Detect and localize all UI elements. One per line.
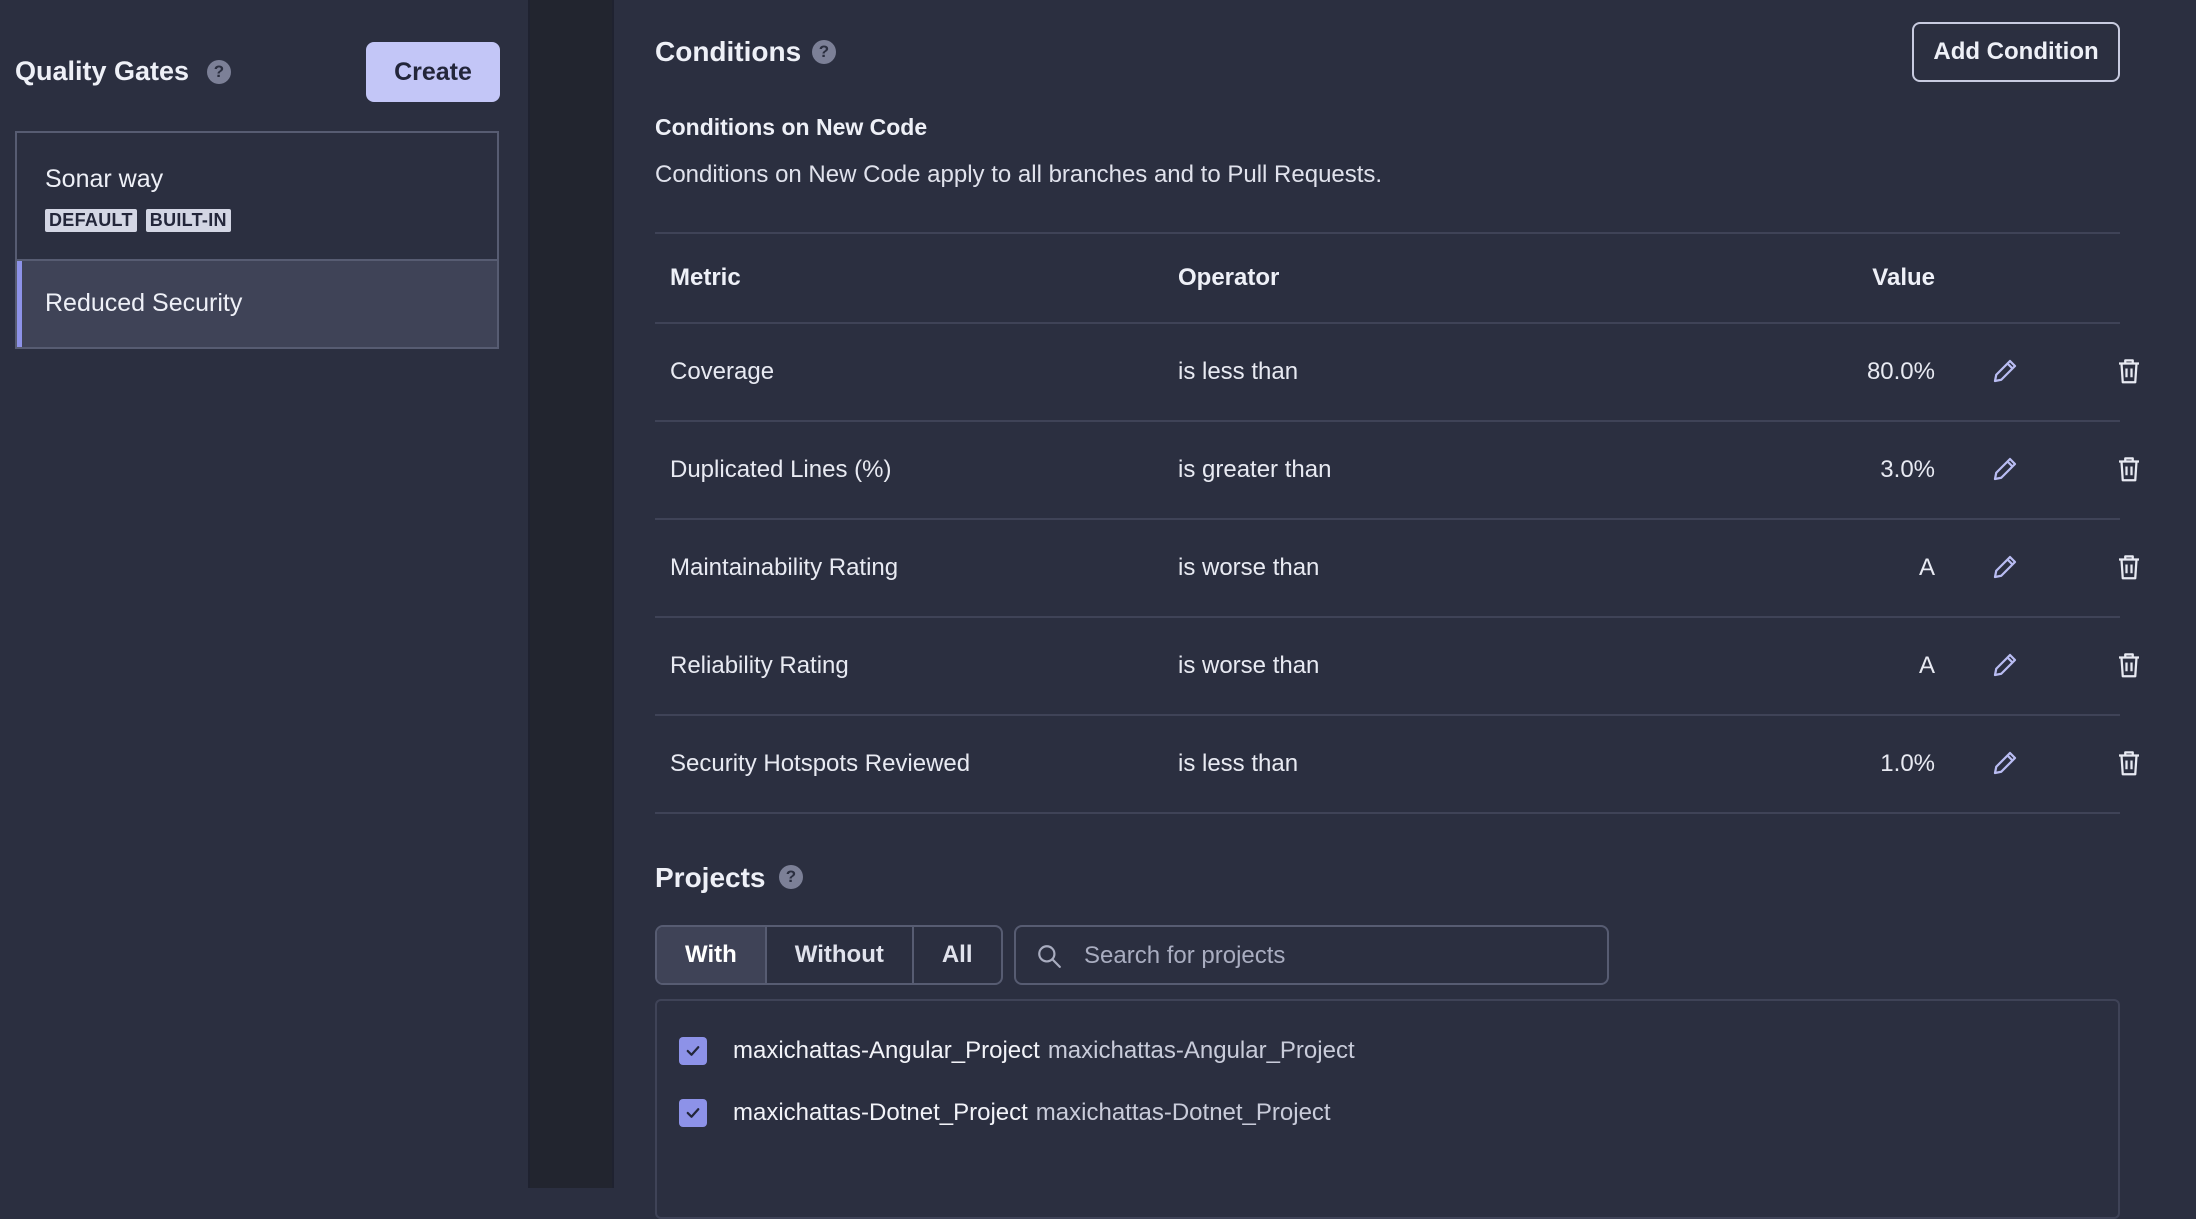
filter-all-button[interactable]: All [914, 927, 1001, 983]
project-key-label: maxichattas-Dotnet_Project maxichattas-Do… [733, 1099, 1331, 1127]
project-search-box [1014, 925, 1609, 985]
help-icon[interactable]: ? [779, 865, 803, 889]
operator-cell: is less than [1178, 750, 1299, 777]
search-input[interactable] [1082, 937, 1586, 975]
checkmark-icon [686, 1046, 700, 1056]
value-cell: 1.0% [1880, 750, 1935, 777]
operator-cell: is less than [1178, 358, 1299, 385]
metric-cell: Reliability Rating [670, 652, 849, 679]
project-key: maxichattas-Dotnet_Project [733, 1099, 1028, 1126]
checkmark-icon [686, 1108, 700, 1118]
project-key-label: maxichattas-Angular_Project maxichattas-A… [733, 1037, 1355, 1065]
project-name: maxichattas-Angular_Project [1047, 1037, 1355, 1064]
edit-icon[interactable] [1990, 552, 2020, 582]
sidebar-title: Quality Gates [15, 56, 190, 86]
column-header-metric: Metric [670, 264, 741, 291]
column-header-operator: Operator [1178, 264, 1280, 291]
operator-cell: is worse than [1178, 652, 1320, 679]
project-name: maxichattas-Dotnet_Project [1035, 1099, 1331, 1126]
sidebar-header: Quality Gates ? Create [15, 40, 501, 102]
operator-cell: is worse than [1178, 554, 1320, 581]
project-list: maxichattas-Angular_Project maxichattas-A… [655, 999, 2120, 1219]
project-checkbox[interactable] [679, 1099, 707, 1127]
gate-name: Reduced Security [45, 289, 243, 317]
conditions-title: Conditions [655, 36, 802, 67]
table-row: Reliability Rating is worse than A [655, 616, 2139, 714]
metric-cell: Duplicated Lines (%) [670, 456, 892, 483]
operator-cell: is greater than [1178, 456, 1332, 483]
filter-with-button[interactable]: With [657, 927, 767, 983]
quality-gates-sidebar: Quality Gates ? Create Sonar way DEFAULT… [0, 0, 530, 1188]
table-row: Duplicated Lines (%) is greater than 3.0… [655, 420, 2139, 518]
value-cell: 3.0% [1880, 456, 1935, 483]
trash-icon[interactable] [2114, 748, 2144, 778]
table-row: Coverage is less than 80.0% [655, 322, 2139, 420]
trash-icon[interactable] [2114, 650, 2144, 680]
value-cell: A [1918, 554, 1935, 581]
search-icon [1038, 945, 1061, 968]
conditions-table: Metric Operator Value Coverage is less t… [655, 232, 2139, 814]
new-code-description: Conditions on New Code apply to all bran… [655, 161, 1383, 188]
projects-title: Projects [655, 862, 766, 893]
gate-name: Sonar way [45, 165, 164, 193]
value-cell: A [1918, 652, 1935, 679]
trash-icon[interactable] [2114, 454, 2144, 484]
table-row: Security Hotspots Reviewed is less than … [655, 714, 2139, 812]
column-header-value: Value [1872, 264, 1935, 291]
edit-icon[interactable] [1990, 650, 2020, 680]
project-key: maxichattas-Angular_Project [733, 1037, 1040, 1064]
metric-cell: Maintainability Rating [670, 554, 899, 581]
value-cell: 80.0% [1866, 358, 1935, 385]
help-icon[interactable]: ? [812, 40, 836, 64]
filter-without-button[interactable]: Without [767, 927, 914, 983]
gate-item-reduced-security[interactable]: Reduced Security [17, 261, 497, 347]
gutter [530, 0, 612, 1188]
gate-item-sonar-way[interactable]: Sonar way DEFAULT BUILT-IN [17, 133, 497, 261]
project-checkbox[interactable] [679, 1037, 707, 1065]
edit-icon[interactable] [1990, 454, 2020, 484]
table-bottom-border [655, 812, 2120, 814]
gate-badges: DEFAULT BUILT-IN [45, 209, 240, 232]
create-button[interactable]: Create [366, 42, 500, 102]
edit-icon[interactable] [1990, 748, 2020, 778]
new-code-title: Conditions on New Code [655, 114, 928, 140]
default-badge: DEFAULT [45, 209, 137, 232]
edit-icon[interactable] [1990, 356, 2020, 386]
add-condition-button[interactable]: Add Condition [1912, 22, 2120, 82]
gate-details-panel: Conditions ? Add Condition Conditions on… [612, 0, 2196, 1219]
table-row: Maintainability Rating is worse than A [655, 518, 2139, 616]
trash-icon[interactable] [2114, 552, 2144, 582]
metric-cell: Security Hotspots Reviewed [670, 750, 971, 777]
quality-gate-list: Sonar way DEFAULT BUILT-IN Reduced Securi… [15, 131, 499, 349]
table-header: Metric Operator Value [655, 232, 2120, 322]
help-icon[interactable]: ? [207, 60, 231, 84]
project-filter-toggle: With Without All [655, 925, 1003, 985]
built-in-badge: BUILT-IN [145, 209, 231, 232]
metric-cell: Coverage [670, 358, 775, 385]
trash-icon[interactable] [2114, 356, 2144, 386]
